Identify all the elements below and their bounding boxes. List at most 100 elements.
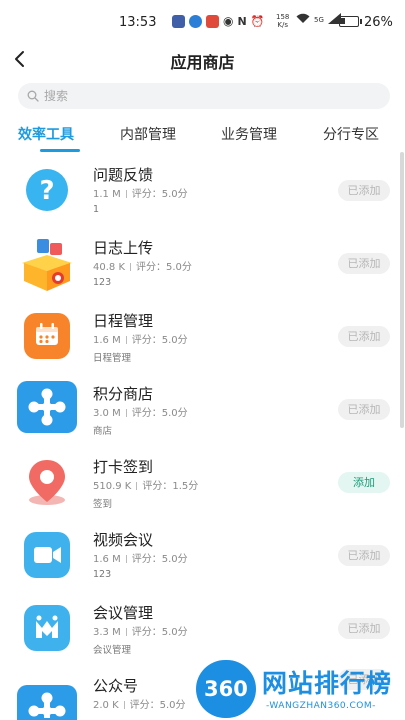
app-size: 510.9 K bbox=[93, 481, 132, 492]
list-item[interactable]: 日志上传 40.8 K 评分：5.0分 123 已添加 bbox=[0, 227, 405, 300]
app-size: 3.0 M bbox=[93, 408, 121, 419]
list-item[interactable]: 会议管理 3.3 M 评分：5.0分 会议管理 已添加 bbox=[0, 592, 405, 665]
divider bbox=[125, 409, 127, 417]
tab-efficiency-tools[interactable]: 效率工具 bbox=[18, 124, 74, 144]
watermark-url: -WANGZHAN360.COM- bbox=[266, 701, 376, 711]
connectivity-icons: 5G bbox=[296, 13, 341, 27]
app-meta: 510.9 K 评分：1.5分 bbox=[93, 477, 198, 492]
app-name: 问题反馈 bbox=[93, 166, 154, 184]
app-rating: 评分：5.0分 bbox=[136, 262, 192, 273]
watermark-logo: 360 网站排行榜 -WANGZHAN360.COM- bbox=[196, 656, 405, 720]
scrollbar[interactable] bbox=[400, 152, 404, 428]
svg-text:?: ? bbox=[39, 176, 54, 206]
app-name: 打卡签到 bbox=[93, 458, 154, 476]
app-rating: 评分：5.0分 bbox=[131, 627, 188, 638]
app-name: 日志上传 bbox=[93, 239, 154, 257]
added-button[interactable]: 已添加 bbox=[338, 545, 390, 566]
app-description: 1 bbox=[93, 204, 100, 215]
app-size: 1.6 M bbox=[93, 335, 121, 346]
app-name: 会议管理 bbox=[93, 604, 154, 622]
app-rating: 评分：5.0分 bbox=[131, 189, 188, 200]
active-tab-indicator bbox=[40, 149, 80, 152]
list-item[interactable]: 打卡签到 510.9 K 评分：1.5分 签到 添加 bbox=[0, 446, 405, 519]
app-meta: 1.1 M 评分：5.0分 bbox=[93, 185, 188, 200]
added-button[interactable]: 已添加 bbox=[338, 618, 390, 639]
app-meta: 3.0 M 评分：5.0分 bbox=[93, 404, 188, 419]
app-meta: 2.0 K 评分：5.0分 bbox=[93, 696, 186, 711]
app-meta: 1.6 M 评分：5.0分 bbox=[93, 331, 188, 346]
notification-icons: ◉ N ⏰ bbox=[172, 14, 264, 28]
network-icon bbox=[17, 671, 77, 720]
added-button[interactable]: 已添加 bbox=[338, 399, 390, 420]
divider bbox=[123, 701, 125, 709]
category-tabs: 效率工具 内部管理 业务管理 分行专区 bbox=[0, 118, 405, 154]
app-size: 2.0 K bbox=[93, 700, 119, 711]
list-item[interactable]: ? 问题反馈 1.1 M 评分：5.0分 1 已添加 bbox=[0, 154, 405, 227]
signal-label: 5G bbox=[314, 16, 324, 24]
gift-box-icon bbox=[17, 233, 77, 293]
app-rating: 评分：5.0分 bbox=[131, 408, 188, 419]
added-button[interactable]: 已添加 bbox=[338, 180, 390, 201]
nfc-icon: N bbox=[237, 14, 247, 28]
app-description: 123 bbox=[93, 569, 112, 580]
divider bbox=[125, 628, 127, 636]
app-size: 1.6 M bbox=[93, 554, 121, 565]
search-icon bbox=[27, 90, 39, 102]
network-icon bbox=[17, 379, 77, 439]
app-size: 3.3 M bbox=[93, 627, 121, 638]
alarm-icon: ⏰ bbox=[250, 14, 265, 28]
video-camera-icon bbox=[17, 525, 77, 585]
app-description: 商店 bbox=[93, 426, 113, 437]
wifi-icon bbox=[296, 13, 310, 27]
app-meta: 40.8 K 评分：5.0分 bbox=[93, 258, 192, 273]
divider bbox=[125, 190, 127, 198]
status-bar: 13:53 ◉ N ⏰ 158 K/s 5G 26% bbox=[0, 0, 405, 42]
list-item[interactable]: 积分商店 3.0 M 评分：5.0分 商店 已添加 bbox=[0, 373, 405, 446]
app-description: 日程管理 bbox=[93, 353, 132, 364]
divider bbox=[136, 482, 138, 490]
add-button[interactable]: 添加 bbox=[338, 472, 390, 493]
app-rating: 评分：5.0分 bbox=[129, 700, 186, 711]
app-meta: 3.3 M 评分：5.0分 bbox=[93, 623, 188, 638]
app-name: 视频会议 bbox=[93, 531, 154, 549]
calendar-icon bbox=[17, 306, 77, 366]
search-input[interactable] bbox=[44, 83, 374, 109]
app-rating: 评分：1.5分 bbox=[142, 481, 199, 492]
network-speed: 158 K/s bbox=[276, 13, 290, 29]
app-name: 日程管理 bbox=[93, 312, 154, 330]
divider bbox=[125, 336, 127, 344]
page-title: 应用商店 bbox=[170, 53, 235, 72]
watermark-badge: 360 bbox=[196, 660, 256, 718]
divider bbox=[125, 555, 127, 563]
meeting-icon bbox=[17, 598, 77, 658]
added-button[interactable]: 已添加 bbox=[338, 326, 390, 347]
eye-icon: ◉ bbox=[223, 14, 234, 28]
tab-business-management[interactable]: 业务管理 bbox=[221, 124, 277, 144]
watermark-title: 网站排行榜 bbox=[262, 669, 393, 698]
app-name: 公众号 bbox=[93, 677, 139, 695]
list-item[interactable]: 日程管理 1.6 M 评分：5.0分 日程管理 已添加 bbox=[0, 300, 405, 373]
location-pin-icon bbox=[17, 452, 77, 512]
tab-branch-zone[interactable]: 分行专区 bbox=[323, 124, 379, 144]
app-notification-icon bbox=[189, 14, 202, 28]
app-notification-icon bbox=[206, 14, 219, 28]
search-box[interactable] bbox=[18, 83, 390, 109]
app-description: 123 bbox=[93, 277, 112, 288]
tab-internal-management[interactable]: 内部管理 bbox=[120, 124, 176, 144]
app-description: 会议管理 bbox=[93, 645, 132, 656]
app-size: 40.8 K bbox=[93, 262, 126, 273]
app-size: 1.1 M bbox=[93, 189, 121, 200]
app-rating: 评分：5.0分 bbox=[131, 554, 188, 565]
battery-icon bbox=[339, 16, 362, 27]
added-button[interactable]: 已添加 bbox=[338, 253, 390, 274]
battery-percent: 26% bbox=[364, 15, 393, 30]
app-rating: 评分：5.0分 bbox=[131, 335, 188, 346]
app-meta: 1.6 M 评分：5.0分 bbox=[93, 550, 188, 565]
status-time: 13:53 bbox=[119, 15, 157, 30]
question-icon: ? bbox=[17, 160, 77, 220]
list-item[interactable]: 视频会议 1.6 M 评分：5.0分 123 已添加 bbox=[0, 519, 405, 592]
app-name: 积分商店 bbox=[93, 385, 154, 403]
app-description: 签到 bbox=[93, 499, 113, 510]
app-notification-icon bbox=[172, 14, 185, 28]
divider bbox=[130, 263, 132, 271]
